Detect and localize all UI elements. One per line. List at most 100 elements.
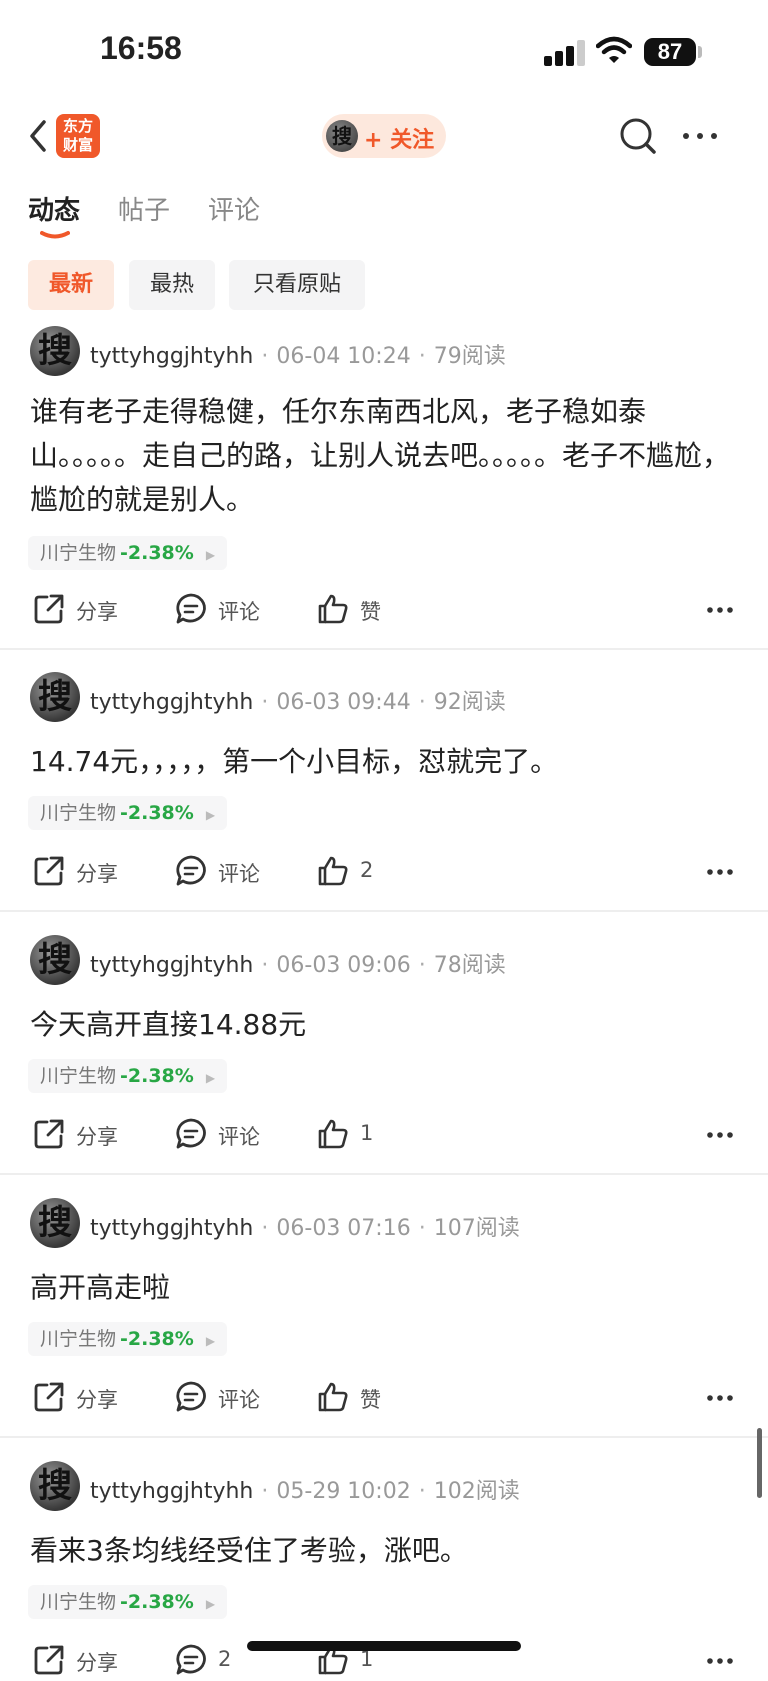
- username[interactable]: tyttyhggjhtyhh: [90, 953, 253, 978]
- tag-arrow-icon: ▶: [205, 808, 216, 822]
- tab-comments[interactable]: 评论: [208, 190, 260, 227]
- filter-original-only[interactable]: 只看原贴: [229, 260, 365, 310]
- comment-icon: [176, 593, 206, 624]
- like-button[interactable]: 1: [316, 1115, 406, 1155]
- post-actions: 分享 评论 2: [0, 852, 768, 892]
- status-bar: 16:58 87: [0, 0, 768, 100]
- avatar[interactable]: 搜: [30, 1198, 80, 1248]
- stock-tag[interactable]: 川宁生物 -2.38% ▶: [28, 1322, 228, 1356]
- post-card[interactable]: 搜 tyttyhggjhtyhh · 06-03 07:16 · 107阅读 高开高走啦…: [0, 1198, 768, 1438]
- scrollbar[interactable]: [757, 1428, 762, 1498]
- post-divider: [0, 648, 768, 650]
- avatar[interactable]: 搜: [30, 1461, 80, 1511]
- follow-label: + 关注: [364, 128, 435, 153]
- stock-name: 川宁生物: [40, 1328, 117, 1350]
- stock-name: 川宁生物: [40, 1591, 117, 1613]
- share-button[interactable]: 分享: [32, 1115, 122, 1155]
- filter-latest[interactable]: 最新: [28, 260, 114, 310]
- meta-separator: ·: [261, 690, 269, 715]
- username[interactable]: tyttyhggjhtyhh: [90, 690, 253, 715]
- comment-button[interactable]: 评论: [174, 590, 264, 630]
- post-content[interactable]: 高开高走啦: [30, 1266, 730, 1310]
- stock-tag[interactable]: 川宁生物 -2.38% ▶: [28, 1059, 228, 1093]
- meta-separator: ·: [261, 1479, 269, 1504]
- post-card[interactable]: 搜 tyttyhggjhtyhh · 06-04 10:24 · 79阅读 谁有老子走得…: [0, 326, 768, 652]
- thumbs-up-icon: [318, 856, 348, 886]
- search-icon[interactable]: [618, 116, 658, 156]
- post-meta: tyttyhggjhtyhh · 06-03 07:16 · 107阅读: [90, 1210, 520, 1242]
- read-count: 92阅读: [433, 690, 506, 715]
- tag-arrow-icon: ▶: [205, 1071, 216, 1085]
- post-content[interactable]: 今天高开直接14.88元: [30, 1003, 730, 1047]
- stock-change: -2.38%: [120, 1065, 194, 1087]
- stock-tag[interactable]: 川宁生物 -2.38% ▶: [28, 536, 228, 570]
- post-divider: [0, 910, 768, 912]
- comment-button[interactable]: 评论: [174, 1115, 264, 1155]
- like-count: 1: [360, 1121, 374, 1145]
- like-button[interactable]: 2: [316, 852, 406, 892]
- comment-button[interactable]: 评论: [174, 1378, 264, 1418]
- avatar[interactable]: 搜: [30, 672, 80, 722]
- wifi-icon: [596, 36, 632, 63]
- post-content[interactable]: 14.74元，，，，，第一个小目标，怼就完了。: [30, 740, 730, 784]
- comment-icon: [176, 1118, 206, 1149]
- avatar[interactable]: 搜: [30, 935, 80, 985]
- like-count: 2: [360, 858, 374, 882]
- stock-change: -2.38%: [120, 1328, 194, 1350]
- post-card[interactable]: 搜 tyttyhggjhtyhh · 06-03 09:06 · 78阅读 今天高开直接…: [0, 935, 768, 1175]
- follow-button[interactable]: 搜 + 关注: [322, 114, 446, 158]
- post-content[interactable]: 谁有老子走得稳健，任尔东南西北风，老子稳如泰山。。。。。走自己的路，让别人说去吧…: [30, 390, 730, 522]
- share-label: 分享: [76, 1651, 118, 1675]
- post-more-icon[interactable]: [706, 1131, 734, 1139]
- header-avatar: 搜: [326, 120, 358, 152]
- logo-line-2: 财富: [62, 136, 93, 154]
- post-more-icon[interactable]: [706, 1394, 734, 1402]
- stock-tag[interactable]: 川宁生物 -2.38% ▶: [28, 796, 228, 830]
- username[interactable]: tyttyhggjhtyhh: [90, 344, 253, 369]
- post-divider: [0, 1173, 768, 1175]
- read-count: 107阅读: [433, 1216, 520, 1241]
- post-date: 06-03 09:06: [276, 953, 411, 978]
- read-count: 78阅读: [433, 953, 506, 978]
- post-content[interactable]: 看来3条均线经受住了考验，涨吧。: [30, 1529, 730, 1573]
- battery-tip: [698, 46, 702, 58]
- share-button[interactable]: 分享: [32, 852, 122, 892]
- username[interactable]: tyttyhggjhtyhh: [90, 1479, 253, 1504]
- share-button[interactable]: 分享: [32, 590, 122, 630]
- tag-arrow-icon: ▶: [205, 548, 216, 562]
- share-button[interactable]: 分享: [32, 1641, 122, 1681]
- cellular-signal-icon: [544, 40, 588, 66]
- share-icon: [34, 1119, 64, 1149]
- post-meta: tyttyhggjhtyhh · 06-03 09:44 · 92阅读: [90, 684, 506, 716]
- like-button[interactable]: 赞: [316, 1378, 406, 1418]
- meta-separator: ·: [418, 1479, 426, 1504]
- logo-line-1: 东方: [62, 117, 93, 135]
- post-card[interactable]: 搜 tyttyhggjhtyhh · 06-03 09:44 · 92阅读 14.74元…: [0, 672, 768, 912]
- meta-separator: ·: [418, 953, 426, 978]
- thumbs-up-icon: [318, 1119, 348, 1149]
- comment-button[interactable]: 评论: [174, 852, 264, 892]
- post-actions: 分享 评论 1: [0, 1115, 768, 1155]
- thumbs-up-icon: [318, 1382, 348, 1412]
- top-nav-bar: 东方 财富 搜 + 关注: [0, 108, 768, 164]
- tab-posts[interactable]: 帖子: [118, 190, 170, 227]
- share-icon: [34, 1645, 64, 1675]
- post-meta: tyttyhggjhtyhh · 06-04 10:24 · 79阅读: [90, 338, 506, 370]
- like-button[interactable]: 赞: [316, 590, 406, 630]
- comment-label: 评论: [218, 600, 260, 624]
- tab-dynamic[interactable]: 动态: [28, 190, 80, 227]
- username[interactable]: tyttyhggjhtyhh: [90, 1216, 253, 1241]
- post-more-icon[interactable]: [706, 868, 734, 876]
- filter-hot[interactable]: 最热: [129, 260, 215, 310]
- more-options-icon[interactable]: [680, 126, 720, 146]
- home-indicator[interactable]: [247, 1641, 521, 1651]
- avatar[interactable]: 搜: [30, 326, 80, 376]
- share-label: 分享: [76, 600, 118, 624]
- post-more-icon[interactable]: [706, 606, 734, 614]
- post-date: 06-03 07:16: [276, 1216, 411, 1241]
- status-time: 16:58: [100, 30, 182, 66]
- post-more-icon[interactable]: [706, 1657, 734, 1665]
- share-button[interactable]: 分享: [32, 1378, 122, 1418]
- stock-tag[interactable]: 川宁生物 -2.38% ▶: [28, 1585, 228, 1619]
- post-card[interactable]: 搜 tyttyhggjhtyhh · 05-29 10:02 · 102阅读 看来3条均…: [0, 1461, 768, 1675]
